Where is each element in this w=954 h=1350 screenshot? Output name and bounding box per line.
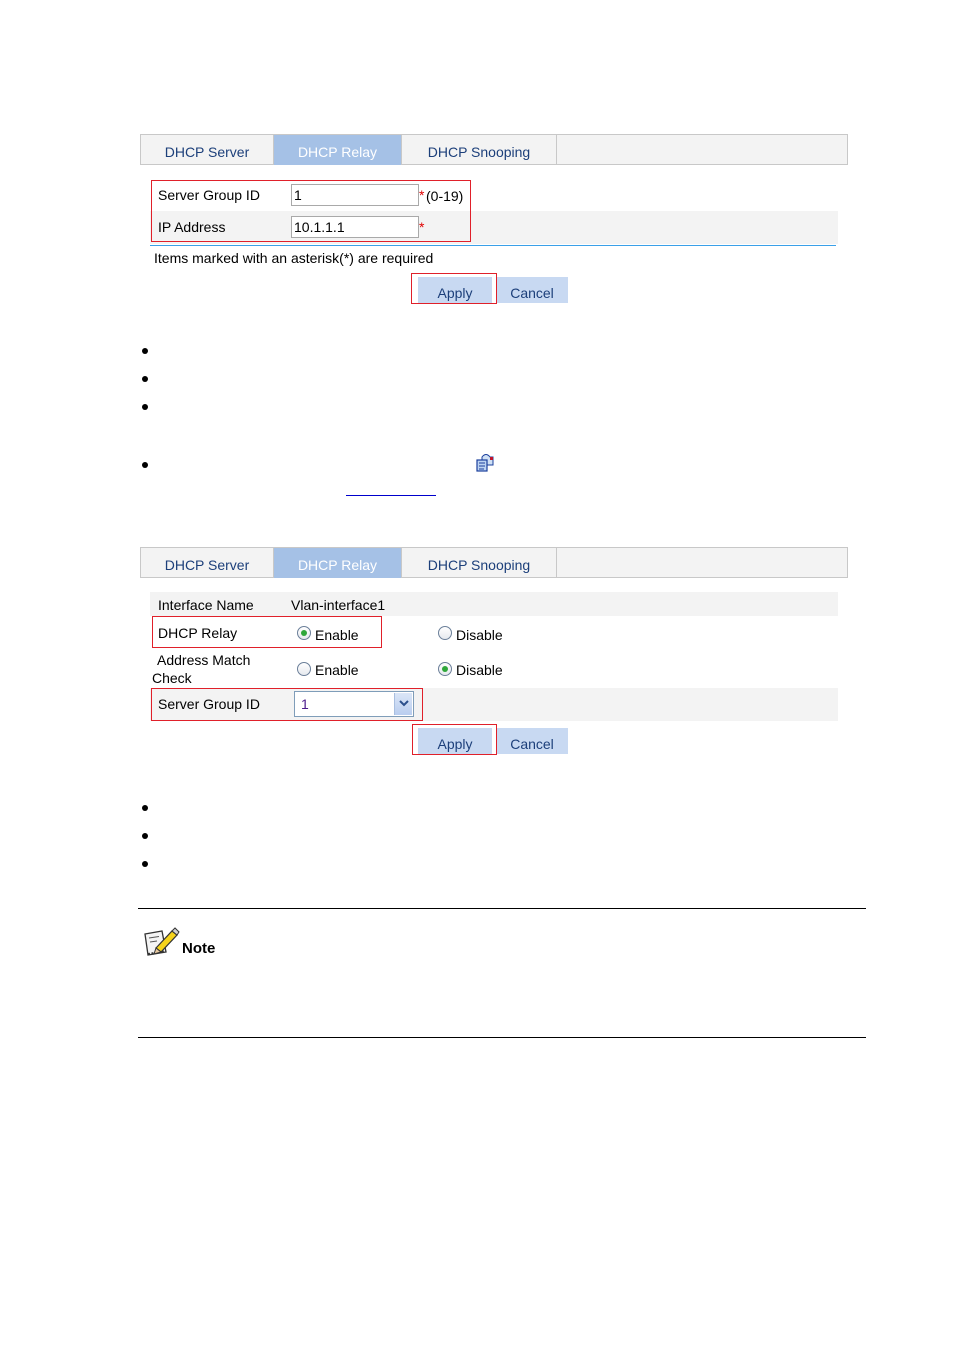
apply-button[interactable]: Apply <box>418 277 492 303</box>
address-match-check-row: Address Match Check Enable Disable <box>150 651 838 688</box>
interface-name-row: Interface Name Vlan-interface1 <box>150 592 838 616</box>
server-group-id-row: Server Group ID * (0-19) <box>150 180 838 211</box>
cancel-button[interactable]: Cancel <box>496 728 568 754</box>
dhcp-relay-disable-label[interactable]: Disable <box>456 627 503 643</box>
bullet-point <box>142 376 148 382</box>
tab-dhcp-snooping[interactable]: DHCP Snooping <box>402 135 557 165</box>
server-group-id-input[interactable] <box>291 184 419 206</box>
bullet-point <box>142 404 148 410</box>
dhcp-relay-enable-radio[interactable] <box>297 626 311 640</box>
dhcp-relay-disable-radio[interactable] <box>438 626 452 640</box>
interface-name-value: Vlan-interface1 <box>291 597 386 613</box>
note-top-rule <box>138 908 866 909</box>
dhcp-relay-row: DHCP Relay Enable Disable <box>150 616 838 651</box>
chevron-down-icon[interactable] <box>394 693 412 715</box>
configure-icon[interactable] <box>475 451 497 473</box>
address-match-disable-label[interactable]: Disable <box>456 662 503 678</box>
interface-name-label: Interface Name <box>158 597 254 613</box>
server-group-id-selected-value: 1 <box>301 696 309 712</box>
server-group-id-select[interactable]: 1 <box>294 691 414 717</box>
address-match-enable-label[interactable]: Enable <box>315 662 359 678</box>
required-star: * <box>419 187 425 203</box>
required-star: * <box>419 219 425 235</box>
dhcp-relay-label: DHCP Relay <box>158 625 238 641</box>
apply-button[interactable]: Apply <box>418 728 492 754</box>
tab-dhcp-server[interactable]: DHCP Server <box>141 548 274 578</box>
bullet-point <box>142 861 148 867</box>
address-match-check-label-2: Check <box>152 670 192 686</box>
ip-address-row: IP Address * <box>150 211 838 244</box>
address-match-check-label: Address Match <box>157 652 251 668</box>
server-group-id-row: Server Group ID 1 <box>150 688 838 721</box>
note-title: Note <box>182 940 216 957</box>
range-hint: (0-19) <box>426 188 464 204</box>
cross-reference-link[interactable] <box>346 495 436 496</box>
note-bottom-rule <box>138 1037 866 1038</box>
bullet-point <box>142 348 148 354</box>
ip-address-input[interactable] <box>291 216 419 238</box>
tab-bar: DHCP Server DHCP Relay DHCP Snooping <box>140 134 848 165</box>
address-match-disable-radio[interactable] <box>438 662 452 676</box>
bullet-point <box>142 805 148 811</box>
tab-dhcp-relay[interactable]: DHCP Relay <box>274 135 402 165</box>
tab-dhcp-relay[interactable]: DHCP Relay <box>274 548 402 578</box>
tab-dhcp-server[interactable]: DHCP Server <box>141 135 274 165</box>
divider <box>150 245 836 246</box>
required-note: Items marked with an asterisk(*) are req… <box>154 250 434 266</box>
cancel-button[interactable]: Cancel <box>496 277 568 303</box>
server-group-id-label: Server Group ID <box>158 187 260 203</box>
tab-bar: DHCP Server DHCP Relay DHCP Snooping <box>140 547 848 578</box>
address-match-enable-radio[interactable] <box>297 662 311 676</box>
ip-address-label: IP Address <box>158 219 226 235</box>
tab-dhcp-snooping[interactable]: DHCP Snooping <box>402 548 557 578</box>
dhcp-relay-enable-label[interactable]: Enable <box>315 627 359 643</box>
note-pencil-icon <box>142 926 180 958</box>
server-group-id-label: Server Group ID <box>158 696 260 712</box>
bullet-point <box>142 462 148 468</box>
bullet-point <box>142 833 148 839</box>
